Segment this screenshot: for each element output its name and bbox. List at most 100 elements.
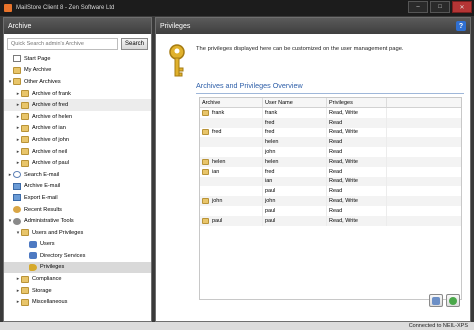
table-row[interactable]: ian Read, Write [200, 176, 461, 187]
tree-item[interactable]: ▸ Compliance [4, 273, 151, 285]
tree-item-label: Directory Services [40, 252, 86, 259]
folder-icon [21, 148, 29, 156]
table-row[interactable]: ian fred Read [200, 166, 461, 177]
tree-item[interactable]: ▾ Administrative Tools [4, 215, 151, 227]
cell-user-name: fred [263, 166, 327, 177]
panel-title: Privileges [160, 22, 191, 30]
folder-icon [21, 159, 29, 167]
tree-item[interactable]: ▾ Other Archives [4, 76, 151, 88]
folder-icon [21, 229, 29, 237]
tree-item[interactable]: ▸ Archive of ian [4, 123, 151, 135]
search-icon [13, 171, 21, 179]
cell-privileges: Read [327, 117, 387, 128]
folder-icon [202, 109, 209, 116]
tree-item[interactable]: ▸ Archive of fred [4, 99, 151, 111]
cell-privileges: Read [327, 147, 387, 157]
connection-status: Connected to NEIL-XPS [408, 323, 468, 329]
tree-item-label: Archive of ian [32, 125, 66, 132]
tree-item[interactable]: Export E-mail [4, 192, 151, 204]
archive-name: helen [212, 158, 226, 165]
tree-item[interactable]: ▾ Users and Privileges [4, 227, 151, 239]
close-button[interactable]: ✕ [452, 1, 472, 13]
maximize-button[interactable]: □ [430, 1, 450, 13]
tree-item[interactable]: Directory Services [4, 250, 151, 262]
folder-icon [21, 275, 29, 283]
table-row[interactable]: paul Read [200, 186, 461, 197]
folder-icon [202, 129, 209, 136]
email-icon [13, 182, 21, 190]
archive-name: paul [212, 217, 223, 224]
cell-privileges: Read, Write [327, 156, 387, 167]
tree-item-label: Archive of fred [32, 102, 69, 109]
archive-name: fred [212, 129, 222, 136]
title-bar[interactable]: MailStore Client 8 - Zen Software Ltd – … [0, 0, 474, 16]
cell-archive: john [200, 196, 263, 206]
folder-icon [21, 113, 29, 121]
refresh-icon [449, 296, 457, 305]
folder-icon [202, 158, 209, 165]
archive-panel: Archive Search Start Page My Archive ▾Othe… [3, 17, 152, 322]
minimize-button[interactable]: – [408, 1, 428, 13]
tree-item[interactable]: ▸ Miscellaneous [4, 296, 151, 308]
cell-user-name: frank [263, 108, 327, 118]
cell-user-name: fred [263, 117, 327, 128]
cell-user-name: john [263, 196, 327, 206]
privileges-grid: Archive User Name Privileges frank frank R… [199, 97, 462, 300]
tree-item-label: My Archive [24, 67, 52, 74]
column-archive[interactable]: Archive [200, 98, 263, 107]
tree-item-label: Archive of paul [32, 160, 70, 167]
overview-divider [196, 93, 464, 94]
folder-icon [21, 298, 29, 306]
table-row[interactable]: fred fred Read, Write [200, 127, 461, 138]
print-button[interactable] [429, 294, 443, 307]
help-icon[interactable]: ? [456, 21, 466, 31]
column-privileges[interactable]: Privileges [327, 98, 387, 107]
cell-privileges: Read, Write [327, 196, 387, 206]
table-row[interactable]: fred Read [200, 117, 461, 128]
cell-privileges: Read, Write [327, 108, 387, 118]
table-row[interactable]: helen Read [200, 137, 461, 148]
table-row[interactable]: frank frank Read, Write [200, 108, 461, 118]
app-window: MailStore Client 8 - Zen Software Ltd – … [0, 0, 474, 330]
table-row[interactable]: john Read [200, 147, 461, 157]
tree-item-label: Miscellaneous [32, 299, 68, 306]
tree-item[interactable]: ▸ Archive of paul [4, 157, 151, 169]
table-row[interactable]: helen helen Read, Write [200, 156, 461, 167]
tree-item[interactable]: Archive E-mail [4, 181, 151, 193]
tree-item[interactable]: ▸ Archive of john [4, 134, 151, 146]
cell-archive [200, 137, 263, 148]
archive-name: frank [212, 109, 225, 116]
tree-item[interactable]: Start Page [4, 53, 151, 65]
tree-item-label: Search E-mail [24, 171, 60, 178]
refresh-button[interactable] [446, 294, 460, 307]
tree-item-label: Archive of john [32, 136, 70, 143]
search-button[interactable]: Search [121, 38, 148, 50]
tree-item[interactable]: Recent Results [4, 204, 151, 216]
tree-item[interactable]: Users [4, 239, 151, 251]
cell-privileges: Read, Write [327, 215, 387, 226]
column-user-name[interactable]: User Name [263, 98, 327, 107]
tree-item[interactable]: ▸ Archive of helen [4, 111, 151, 123]
email-icon [13, 194, 21, 202]
table-row[interactable]: paul Read [200, 205, 461, 216]
cell-archive: frank [200, 108, 263, 118]
tree-item[interactable]: ▸ Archive of frank [4, 88, 151, 100]
tree-item[interactable]: ▸ Search E-mail [4, 169, 151, 181]
folder-icon [202, 198, 209, 205]
users-icon [29, 252, 37, 260]
page-icon [13, 55, 21, 63]
tree-item[interactable]: ▸ Archive of neil [4, 146, 151, 158]
quick-search-input[interactable] [7, 38, 118, 50]
tree-item[interactable]: ▸ Storage [4, 285, 151, 297]
cell-user-name: helen [263, 156, 327, 167]
tree-item[interactable]: My Archive [4, 65, 151, 77]
tree-item[interactable]: Privileges [4, 261, 151, 274]
folder-icon [202, 168, 209, 175]
tree-item-label: Other Archives [24, 78, 61, 85]
print-icon [432, 296, 440, 305]
cell-archive: helen [200, 156, 263, 167]
folder-icon [13, 66, 21, 74]
table-row[interactable]: paul paul Read, Write [200, 215, 461, 226]
table-row[interactable]: john john Read, Write [200, 196, 461, 206]
cell-archive: fred [200, 127, 263, 138]
